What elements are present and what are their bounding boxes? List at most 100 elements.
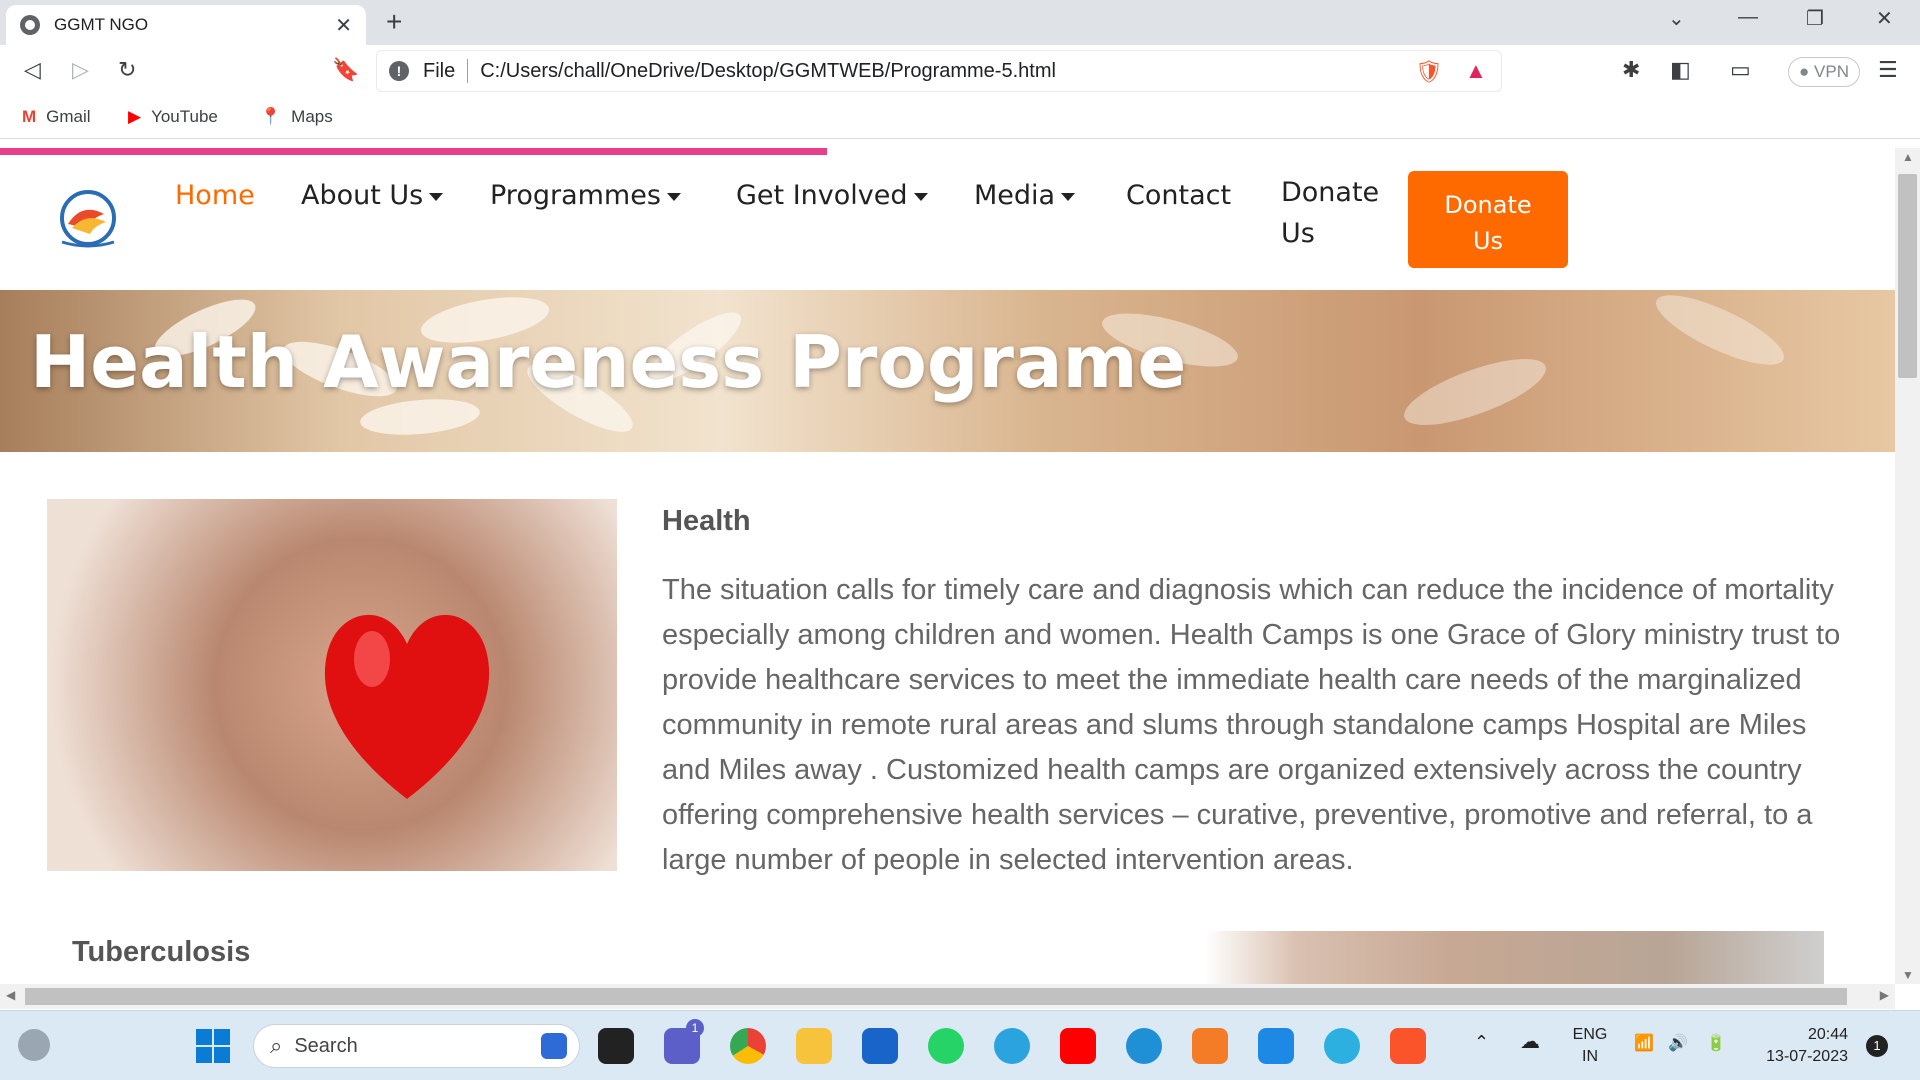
caret-down-icon xyxy=(666,192,681,201)
edge-dev-icon[interactable] xyxy=(1324,1028,1360,1064)
new-tab-button[interactable]: + xyxy=(386,6,402,38)
extensions-icon[interactable]: ✱ xyxy=(1622,57,1640,83)
bookmark-youtube[interactable]: ▶ YouTube xyxy=(128,107,218,127)
edge-icon[interactable] xyxy=(1126,1028,1162,1064)
close-tab-icon[interactable]: ✕ xyxy=(335,13,352,38)
caret-down-icon xyxy=(429,192,444,201)
brave-icon[interactable] xyxy=(1390,1028,1426,1064)
vscode-icon[interactable] xyxy=(1258,1028,1294,1064)
maps-icon: 📍 xyxy=(260,107,282,126)
nav-about-label: About Us xyxy=(301,180,424,211)
nav-home[interactable]: Home xyxy=(175,180,255,211)
vpn-button[interactable]: ● VPN xyxy=(1788,57,1860,87)
browser-tab[interactable]: GGMT NGO ✕ xyxy=(6,5,366,45)
xampp-icon[interactable] xyxy=(1192,1028,1228,1064)
windows-start-icon[interactable] xyxy=(196,1029,230,1063)
nav-donate-link[interactable]: Donate Us xyxy=(1281,172,1379,254)
nav-about-us[interactable]: About Us xyxy=(301,180,444,211)
weather-icon[interactable] xyxy=(18,1029,50,1061)
section-paragraph-health: The situation calls for timely care and … xyxy=(662,574,1841,876)
notification-badge[interactable]: 1 xyxy=(1866,1035,1888,1057)
nav-programmes[interactable]: Programmes xyxy=(490,180,681,211)
gmail-icon: M xyxy=(22,107,37,126)
url-text: C:/Users/chall/OneDrive/Desktop/GGMTWEB/… xyxy=(480,59,1056,82)
horizontal-scrollbar[interactable]: ◀ ▶ xyxy=(0,984,1895,1009)
clock-time: 20:44 xyxy=(1807,1026,1848,1043)
youtube-app-icon[interactable] xyxy=(1060,1028,1096,1064)
vpn-dot-icon: ● xyxy=(1799,62,1810,81)
nav-contact[interactable]: Contact xyxy=(1126,180,1231,211)
chrome-icon[interactable] xyxy=(730,1028,766,1064)
ms-store-icon[interactable] xyxy=(862,1028,898,1064)
whatsapp-icon[interactable] xyxy=(928,1028,964,1064)
search-icon: ⌕ xyxy=(270,1033,283,1058)
tuberculosis-image xyxy=(1205,931,1824,984)
horizontal-scroll-thumb[interactable] xyxy=(25,988,1847,1005)
nav-programmes-label: Programmes xyxy=(490,180,661,211)
nav-donate-line1: Donate xyxy=(1281,177,1380,208)
page-viewport: Home About Us Programmes Get Involved Me… xyxy=(0,148,1895,984)
battery-icon[interactable]: 🔋 xyxy=(1706,1033,1726,1055)
nav-get-involved[interactable]: Get Involved xyxy=(736,180,928,211)
scroll-down-icon[interactable]: ▼ xyxy=(1902,968,1914,982)
address-prefix: File xyxy=(423,59,456,82)
section-heading-health: Health xyxy=(662,505,751,537)
heart-hands-image xyxy=(47,499,617,871)
tab-search-chevron-icon[interactable]: ⌄ xyxy=(1668,6,1685,31)
back-icon[interactable]: ◁ xyxy=(24,57,41,83)
show-hidden-icons[interactable]: ⌃ xyxy=(1474,1031,1489,1053)
donate-button-line1: Donate xyxy=(1444,191,1532,219)
taskbar-search[interactable]: ⌕ Search xyxy=(253,1024,580,1068)
close-window-button[interactable]: ✕ xyxy=(1876,6,1893,31)
vertical-scroll-thumb[interactable] xyxy=(1898,174,1917,378)
telegram-icon[interactable] xyxy=(994,1028,1030,1064)
bookmark-maps[interactable]: 📍 Maps xyxy=(260,107,333,127)
section-heading-tuberculosis: Tuberculosis xyxy=(72,936,251,968)
vpn-label: VPN xyxy=(1814,62,1849,81)
vertical-scrollbar[interactable]: ▲ ▼ xyxy=(1895,148,1920,984)
brave-shields-icon[interactable]: 🛡 xyxy=(1415,59,1443,85)
clock[interactable]: 20:44 13-07-2023 xyxy=(1752,1024,1848,1068)
nav-media-label: Media xyxy=(974,180,1056,211)
menu-icon[interactable]: ☰ xyxy=(1878,57,1898,83)
hero-banner: Health Awareness Programe xyxy=(0,290,1895,452)
sidebar-icon[interactable]: ◧ xyxy=(1670,57,1691,83)
browser-toolbar: ◁ ▷ ↻ 🔖 ! File C:/Users/chall/OneDrive/D… xyxy=(0,45,1920,97)
bing-icon[interactable] xyxy=(541,1033,567,1059)
tab-title: GGMT NGO xyxy=(54,15,149,34)
task-view-icon[interactable] xyxy=(598,1028,634,1064)
youtube-icon: ▶ xyxy=(128,107,142,126)
ngo-logo[interactable] xyxy=(52,188,124,250)
language-indicator[interactable]: ENG IN xyxy=(1568,1024,1612,1068)
scroll-right-icon[interactable]: ▶ xyxy=(1880,988,1889,1002)
nav-donate-line2: Us xyxy=(1281,218,1315,249)
nav-media[interactable]: Media xyxy=(974,180,1076,211)
scroll-left-icon[interactable]: ◀ xyxy=(6,988,15,1002)
lang-line1: ENG xyxy=(1572,1026,1608,1043)
donate-button[interactable]: Donate Us xyxy=(1408,171,1568,268)
bookmarks-bar: M Gmail ▶ YouTube 📍 Maps xyxy=(0,97,1920,139)
address-bar[interactable]: ! File C:/Users/chall/OneDrive/Desktop/G… xyxy=(376,50,1502,92)
scroll-up-icon[interactable]: ▲ xyxy=(1902,150,1914,164)
file-explorer-icon[interactable] xyxy=(796,1028,832,1064)
bookmark-icon[interactable]: 🔖 xyxy=(332,57,359,83)
reload-icon[interactable]: ↻ xyxy=(118,57,136,83)
bookmark-gmail[interactable]: M Gmail xyxy=(22,107,91,127)
onedrive-icon[interactable]: ☁ xyxy=(1520,1031,1540,1053)
scroll-progress-bar xyxy=(0,148,827,155)
lang-line2: IN xyxy=(1582,1048,1598,1065)
wallet-icon[interactable]: ▭ xyxy=(1730,57,1751,83)
caret-down-icon xyxy=(913,192,928,201)
maximize-button[interactable]: ❐ xyxy=(1806,6,1824,31)
volume-icon[interactable]: 🔊 xyxy=(1668,1033,1688,1055)
clock-date: 13-07-2023 xyxy=(1766,1048,1848,1065)
minimize-button[interactable]: — xyxy=(1738,6,1758,29)
globe-icon xyxy=(20,15,40,35)
windows-taskbar: ⌕ Search 1 ⌃ ☁ ENG IN 📶 🔊 🔋 20:44 13-07-… xyxy=(0,1010,1920,1080)
forward-icon[interactable]: ▷ xyxy=(72,57,89,83)
brave-rewards-icon[interactable]: ▲ xyxy=(1465,58,1487,84)
taskbar-search-label: Search xyxy=(294,1034,358,1057)
address-divider xyxy=(467,59,469,83)
info-icon[interactable]: ! xyxy=(389,61,409,81)
wifi-icon[interactable]: 📶 xyxy=(1634,1033,1654,1055)
